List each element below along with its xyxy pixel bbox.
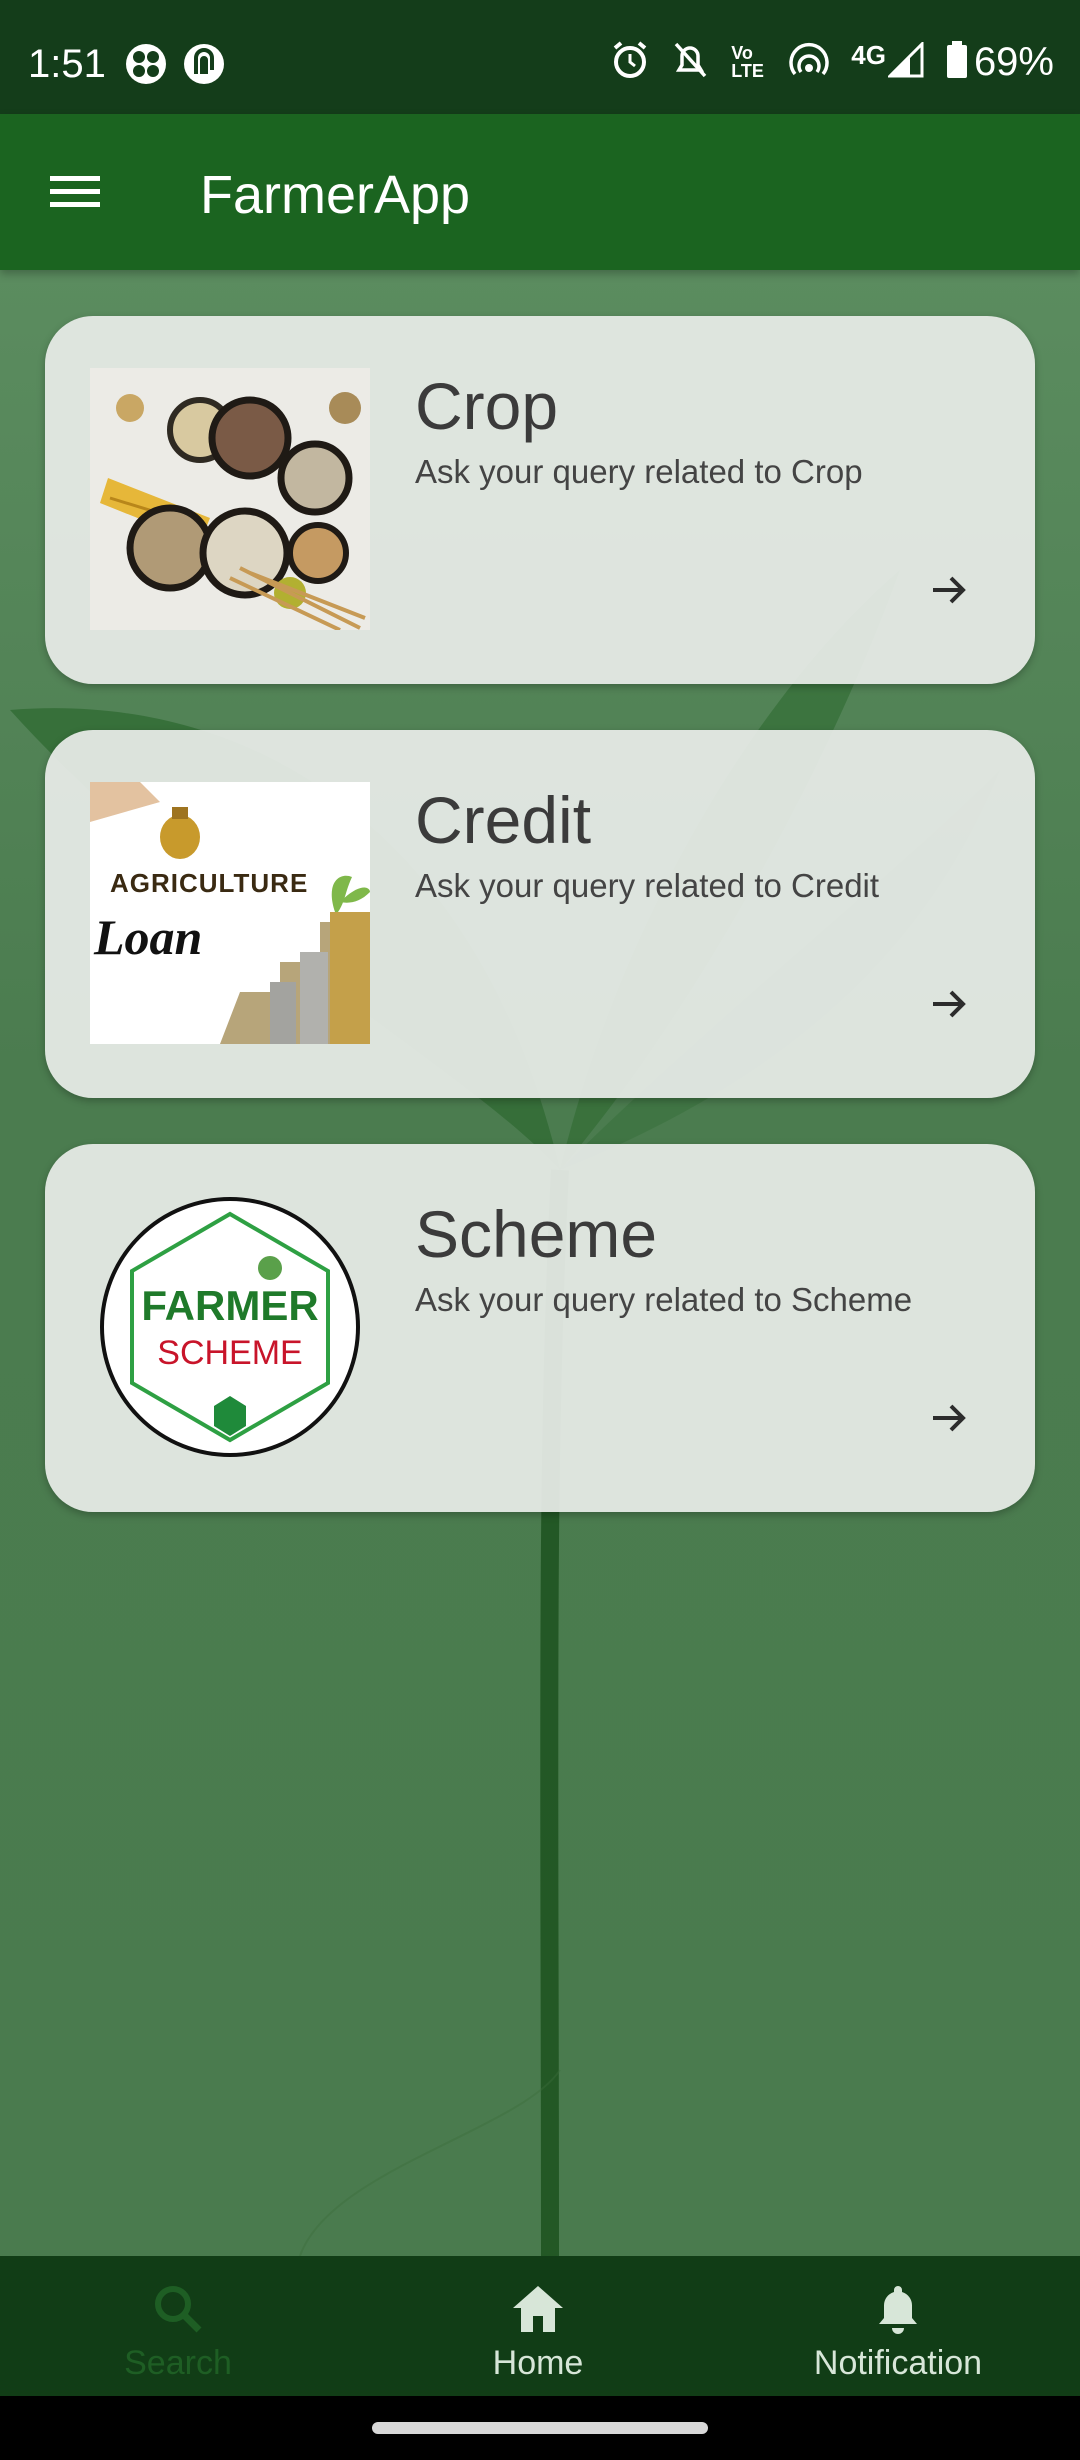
- app-title: FarmerApp: [200, 165, 471, 225]
- nav-label: Search: [124, 2344, 232, 2382]
- nav-home[interactable]: Home: [428, 2282, 648, 2383]
- app-notification-icon: [182, 42, 226, 91]
- crop-card[interactable]: Crop Ask your query related to Crop: [45, 316, 1035, 684]
- image-text: FARMER: [141, 1282, 319, 1329]
- volte-label: Vo LTE: [731, 43, 764, 81]
- nav-search[interactable]: Search: [68, 2282, 288, 2383]
- bell-icon: [879, 2286, 917, 2334]
- home-icon: [513, 2286, 563, 2332]
- gesture-handle[interactable]: [372, 2422, 708, 2434]
- network-type: 4G: [851, 40, 886, 70]
- hotspot-icon: [789, 42, 829, 83]
- card-title: Scheme: [415, 1197, 658, 1271]
- app-bar: FarmerApp: [0, 114, 1080, 270]
- menu-button[interactable]: [44, 166, 106, 218]
- app-notification-icon: [124, 42, 168, 91]
- home-content: Crop Ask your query related to Crop AGRI…: [0, 270, 1080, 2256]
- nav-label: Home: [492, 2344, 584, 2382]
- agriculture-loan-image: AGRICULTURE Loan: [90, 782, 370, 1044]
- status-time: 1:51: [28, 42, 106, 86]
- card-subtitle: Ask your query related to Crop: [415, 453, 863, 490]
- card-title: Credit: [415, 783, 592, 857]
- search-icon: [155, 2286, 202, 2333]
- image-text: AGRICULTURE: [110, 868, 309, 898]
- signal-icon: [886, 39, 924, 83]
- status-bar: 1:51 Vo LTE 4G 69%: [0, 0, 1080, 114]
- mute-bell-icon: [671, 40, 709, 85]
- nav-label: Notification: [813, 2344, 983, 2382]
- system-gesture-area: [0, 2396, 1080, 2460]
- bottom-navigation: Search Home Notification: [0, 2256, 1080, 2396]
- image-text: Loan: [94, 909, 203, 965]
- nav-notification[interactable]: Notification: [788, 2282, 1008, 2383]
- scheme-card[interactable]: FARMER SCHEME Scheme Ask your query rela…: [45, 1144, 1035, 1512]
- battery-level: 69%: [973, 40, 1054, 84]
- card-subtitle: Ask your query related to Scheme: [415, 1281, 913, 1318]
- farmer-scheme-logo: FARMER SCHEME: [90, 1196, 370, 1458]
- alarm-icon: [611, 40, 649, 85]
- card-title: Crop: [415, 369, 559, 443]
- battery-icon: [946, 40, 968, 84]
- credit-card[interactable]: AGRICULTURE Loan Credit Ask your query r…: [45, 730, 1035, 1098]
- image-text: SCHEME: [157, 1334, 303, 1372]
- arrow-right-icon[interactable]: [925, 566, 973, 614]
- hamburger-menu-icon: [50, 176, 100, 207]
- arrow-right-icon[interactable]: [925, 980, 973, 1028]
- grains-bowls-image: [90, 368, 370, 630]
- card-subtitle: Ask your query related to Credit: [415, 867, 880, 904]
- arrow-right-icon[interactable]: [925, 1394, 973, 1442]
